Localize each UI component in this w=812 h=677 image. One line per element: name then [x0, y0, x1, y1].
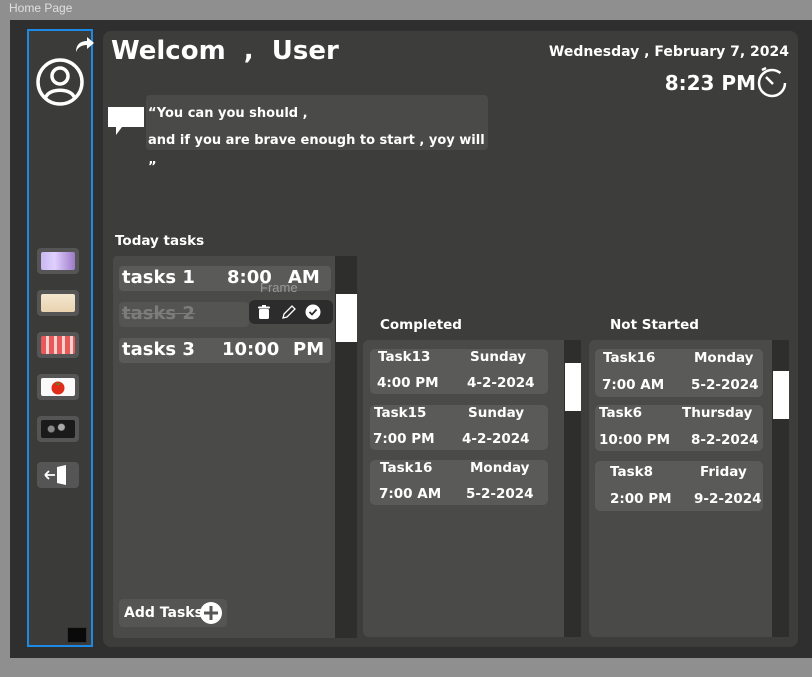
task-date: 4-2-2024 — [462, 431, 530, 447]
today-task-item-selected[interactable]: tasks 2 — [119, 302, 249, 327]
sidebar-item-tasks[interactable] — [37, 248, 79, 274]
task-name: tasks 2 — [122, 303, 195, 324]
quote-line-1: “You can you should , — [148, 106, 308, 121]
not-started-panel: Task16 Monday 7:00 AM 5-2-2024 Task6 Thu… — [589, 340, 789, 637]
task-name: Task8 — [610, 464, 653, 480]
app-window: Welcom , User Wednesday , February 7, 20… — [10, 20, 812, 658]
sidebar-item-pomodoro[interactable] — [37, 374, 79, 400]
task-date: 4-2-2024 — [467, 375, 535, 391]
not-started-task-card[interactable]: Task6 Thursday 10:00 PM 8-2-2024 — [595, 405, 763, 451]
task-name: tasks 1 — [122, 267, 195, 288]
frame-label: Frame — [260, 280, 298, 295]
task-name: Task16 — [380, 460, 433, 476]
sidebar-item-calendar[interactable] — [37, 332, 79, 358]
user-avatar-icon[interactable] — [35, 57, 85, 107]
tasks-image — [41, 252, 75, 270]
task-day: Monday — [470, 460, 530, 476]
task-day: Sunday — [470, 349, 527, 365]
today-tasks-title: Today tasks — [115, 233, 205, 249]
task-name: Task13 — [378, 349, 431, 365]
scrollbar-thumb[interactable] — [773, 371, 789, 419]
logout-button[interactable] — [37, 462, 79, 488]
welcome-heading: Welcom , User — [111, 36, 339, 66]
completed-panel: Task13 Sunday 4:00 PM 4-2-2024 Task15 Su… — [363, 340, 581, 637]
task-time: 10:00 PM — [599, 432, 671, 448]
completed-task-card[interactable]: Task13 Sunday 4:00 PM 4-2-2024 — [370, 349, 548, 394]
scrollbar-thumb[interactable] — [565, 363, 581, 411]
main-content: Welcom , User Wednesday , February 7, 20… — [103, 31, 798, 647]
task-ampm: PM — [293, 339, 325, 360]
completed-scrollbar[interactable] — [564, 340, 581, 637]
plus-circle-icon — [200, 602, 222, 624]
quote-line-2: and if you are brave enough to start , y… — [148, 133, 485, 175]
today-tasks-scrollbar[interactable] — [335, 256, 357, 638]
task-date: 5-2-2024 — [691, 377, 759, 393]
task-time: 7:00 PM — [373, 431, 435, 447]
completed-title: Completed — [380, 317, 462, 333]
motivational-quote: “You can you should , and if you are bra… — [146, 95, 488, 175]
not-started-task-card[interactable]: Task8 Friday 2:00 PM 9-2-2024 — [595, 461, 763, 511]
pomodoro-image — [41, 378, 75, 396]
today-tasks-panel: tasks 1 8:00 AM Frame tasks 2 tasks 3 10… — [113, 256, 335, 638]
completed-task-card[interactable]: Task16 Monday 7:00 AM 5-2-2024 — [370, 460, 548, 505]
today-task-item[interactable]: tasks 3 10:00 PM — [119, 338, 331, 363]
task-date: 8-2-2024 — [691, 432, 759, 448]
task-time: 7:00 AM — [602, 377, 665, 393]
current-date: Wednesday , February 7, 2024 — [548, 44, 789, 60]
not-started-title: Not Started — [610, 317, 699, 333]
team-image — [41, 420, 75, 438]
task-day: Monday — [694, 350, 754, 366]
task-time: 7:00 AM — [379, 486, 442, 502]
task-time: 10:00 — [222, 339, 280, 360]
sidebar-item-notes[interactable] — [37, 290, 79, 316]
task-time: 2:00 PM — [610, 491, 672, 507]
task-day: Friday — [700, 464, 747, 480]
today-task-item[interactable]: tasks 1 8:00 AM — [119, 266, 331, 291]
task-name: Task6 — [599, 405, 642, 421]
task-day: Sunday — [468, 405, 525, 421]
window-title: Home Page — [9, 1, 73, 15]
task-time: 4:00 PM — [377, 375, 439, 391]
check-icon[interactable] — [305, 304, 321, 320]
completed-task-card[interactable]: Task15 Sunday 7:00 PM 4-2-2024 — [370, 405, 548, 450]
sidebar-item-team[interactable] — [37, 416, 79, 442]
tomato-icon — [51, 381, 65, 395]
task-date: 9-2-2024 — [694, 491, 762, 507]
current-time: 8:23 PM — [664, 71, 756, 95]
task-name: tasks 3 — [122, 339, 195, 360]
task-date: 5-2-2024 — [466, 486, 534, 502]
app-logo — [67, 627, 87, 643]
task-name: Task15 — [374, 405, 427, 421]
add-tasks-button[interactable]: Add Tasks — [119, 599, 227, 627]
scrollbar-thumb[interactable] — [336, 294, 357, 342]
speech-bubble-icon — [108, 107, 144, 135]
task-action-bar — [249, 300, 333, 324]
not-started-task-card[interactable]: Task16 Monday 7:00 AM 5-2-2024 — [595, 349, 763, 397]
logout-icon — [44, 465, 66, 485]
delete-icon[interactable] — [256, 304, 272, 320]
share-icon[interactable] — [73, 34, 95, 54]
add-tasks-label: Add Tasks — [124, 605, 203, 621]
task-name: Task16 — [603, 350, 656, 366]
not-started-scrollbar[interactable] — [772, 340, 789, 637]
task-day: Thursday — [682, 405, 753, 421]
sidebar — [27, 29, 95, 647]
notes-image — [41, 294, 75, 312]
edit-icon[interactable] — [281, 304, 297, 320]
timer-icon[interactable] — [755, 65, 789, 99]
calendar-image — [41, 336, 75, 354]
